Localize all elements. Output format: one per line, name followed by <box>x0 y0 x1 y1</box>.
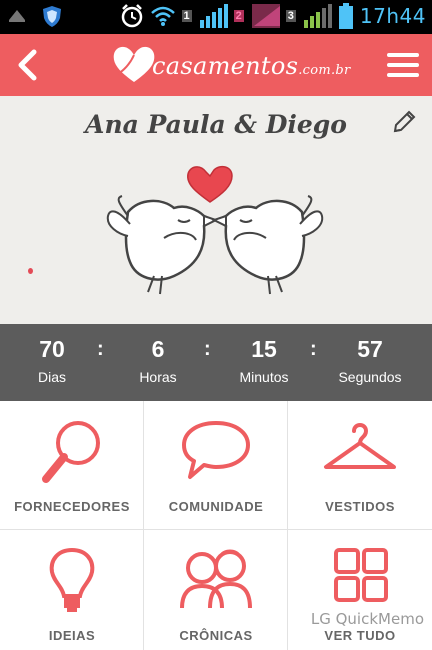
alarm-icon <box>121 4 142 28</box>
status-bar: 1 2 3 17h44 <box>0 0 432 34</box>
grid-item-ver-tudo[interactable]: VER TUDO <box>288 530 432 650</box>
edit-button[interactable] <box>390 108 418 136</box>
couple-names: Ana Paula & Diego <box>85 110 347 139</box>
countdown-separator: : <box>310 338 317 360</box>
grid-item-label: FORNECEDORES <box>14 499 130 514</box>
logo-text: casamentos.com.br <box>152 52 351 80</box>
countdown-minutes-label: Minutos <box>239 369 289 385</box>
speech-bubble-icon <box>182 421 250 479</box>
countdown-hours-label: Horas <box>139 369 177 385</box>
countdown-days-value: 70 <box>39 336 65 362</box>
grid-item-vestidos[interactable]: VESTIDOS <box>288 401 432 530</box>
wedding-countdown: 70 Dias : 6 Horas : 15 Minutos : 57 Segu… <box>0 324 432 401</box>
couple-hero: Ana Paula & Diego <box>0 96 432 324</box>
decorative-dot <box>28 268 33 274</box>
grid-item-ideias[interactable]: IDEIAS <box>0 530 144 650</box>
sim2-label: 2 <box>233 10 244 22</box>
menu-button[interactable] <box>386 46 420 84</box>
grid-item-cronicas[interactable]: CRÔNICAS <box>144 530 288 650</box>
lightbulb-icon <box>49 547 95 612</box>
battery-icon <box>338 3 353 29</box>
grid-item-label: IDEIAS <box>48 628 96 643</box>
hanger-icon <box>324 423 396 469</box>
signal-icon <box>251 4 280 28</box>
wifi-icon <box>150 6 175 26</box>
notification-icon <box>9 10 25 22</box>
grid-item-label: VESTIDOS <box>325 499 395 514</box>
grid-item-label: COMUNIDADE <box>168 499 264 514</box>
countdown-separator: : <box>97 338 104 360</box>
signal-icon <box>199 4 228 28</box>
countdown-seconds-label: Segundos <box>338 369 402 385</box>
countdown-hours-value: 6 <box>151 336 165 362</box>
back-button[interactable] <box>12 46 46 84</box>
grid-item-label: CRÔNICAS <box>179 628 253 643</box>
sim3-label: 3 <box>285 10 296 22</box>
countdown-days-label: Dias <box>37 369 66 385</box>
app-header: casamentos.com.br <box>0 34 432 96</box>
clock-time: 17h44 <box>359 4 426 28</box>
chevron-left-icon <box>18 49 37 81</box>
hamburger-menu-icon <box>387 53 419 77</box>
magnifier-icon <box>42 421 100 483</box>
brand-logo[interactable]: casamentos.com.br <box>110 40 350 90</box>
sim1-label: 1 <box>181 10 192 22</box>
heart-icon <box>187 165 233 203</box>
logo-suffix: .com.br <box>298 63 351 78</box>
grid-item-comunidade[interactable]: COMUNIDADE <box>144 401 288 530</box>
signal-icon <box>303 4 332 28</box>
grid-icon <box>334 548 388 602</box>
countdown-separator: : <box>204 338 211 360</box>
logo-main: casamentos <box>152 52 299 80</box>
heart-logo-icon <box>113 46 155 82</box>
shield-icon <box>43 6 61 27</box>
quickmemo-watermark: LG QuickMemo <box>310 610 424 628</box>
couple-icon <box>180 549 252 609</box>
pencil-icon <box>393 110 416 133</box>
love-birds-illustration <box>106 165 324 295</box>
countdown-minutes-value: 15 <box>251 336 277 362</box>
grid-item-fornecedores[interactable]: FORNECEDORES <box>0 401 144 530</box>
countdown-seconds-value: 57 <box>357 336 383 362</box>
grid-item-label: VER TUDO <box>324 628 396 643</box>
